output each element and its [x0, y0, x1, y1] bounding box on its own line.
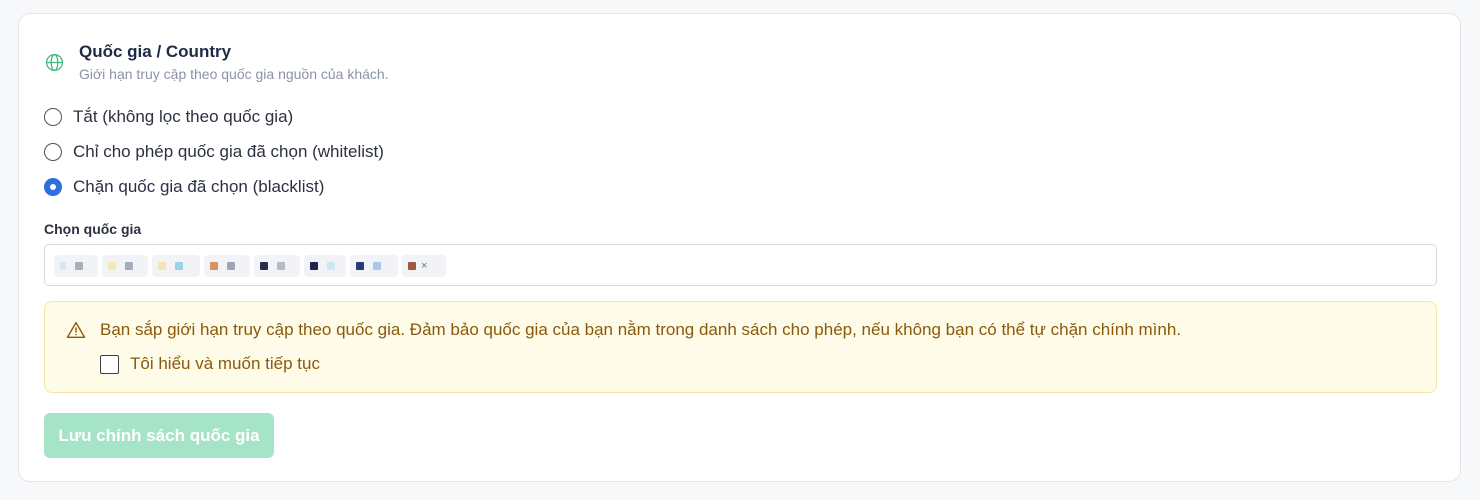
radio-label: Tắt (không lọc theo quốc gia) [73, 107, 294, 126]
country-multiselect[interactable]: × [44, 244, 1437, 286]
confirm-checkbox-row[interactable]: Tôi hiểu và muốn tiếp tục [100, 354, 320, 374]
radio-label: Chỉ cho phép quốc gia đã chọn (whitelist… [73, 142, 384, 161]
save-country-policy-button[interactable]: Lưu chính sách quốc gia [44, 413, 274, 458]
warning-icon [66, 321, 86, 339]
radio-option-off[interactable]: Tắt (không lọc theo quốc gia) [44, 106, 293, 128]
country-chip[interactable] [254, 255, 300, 277]
radio-button-selected[interactable] [44, 178, 62, 196]
radio-button[interactable] [44, 108, 62, 126]
country-chip[interactable] [350, 255, 398, 277]
country-chip[interactable] [152, 255, 200, 277]
country-chip[interactable] [304, 255, 346, 277]
country-chip[interactable] [204, 255, 250, 277]
confirm-checkbox-label: Tôi hiểu và muốn tiếp tục [130, 354, 320, 373]
country-select-label: Chọn quốc gia [44, 221, 142, 237]
alert-message: Bạn sắp giới hạn truy cập theo quốc gia.… [100, 320, 1182, 339]
warning-alert: Bạn sắp giới hạn truy cập theo quốc gia.… [44, 301, 1437, 393]
selected-country-chips: × [54, 255, 446, 277]
section-subtitle: Giới hạn truy cập theo quốc gia nguồn củ… [79, 66, 389, 82]
radio-option-blacklist[interactable]: Chặn quốc gia đã chọn (blacklist) [44, 176, 324, 198]
radio-button[interactable] [44, 143, 62, 161]
globe-icon [45, 53, 64, 72]
radio-option-whitelist[interactable]: Chỉ cho phép quốc gia đã chọn (whitelist… [44, 141, 384, 163]
country-chip[interactable]: × [402, 255, 446, 277]
remove-chip-icon[interactable]: × [421, 260, 427, 272]
country-chip[interactable] [102, 255, 148, 277]
country-policy-card: Quốc gia / Country Giới hạn truy cập the… [18, 13, 1461, 482]
country-chip[interactable] [54, 255, 98, 277]
radio-label: Chặn quốc gia đã chọn (blacklist) [73, 177, 325, 196]
section-title: Quốc gia / Country [79, 42, 232, 61]
confirm-checkbox[interactable] [100, 354, 119, 374]
